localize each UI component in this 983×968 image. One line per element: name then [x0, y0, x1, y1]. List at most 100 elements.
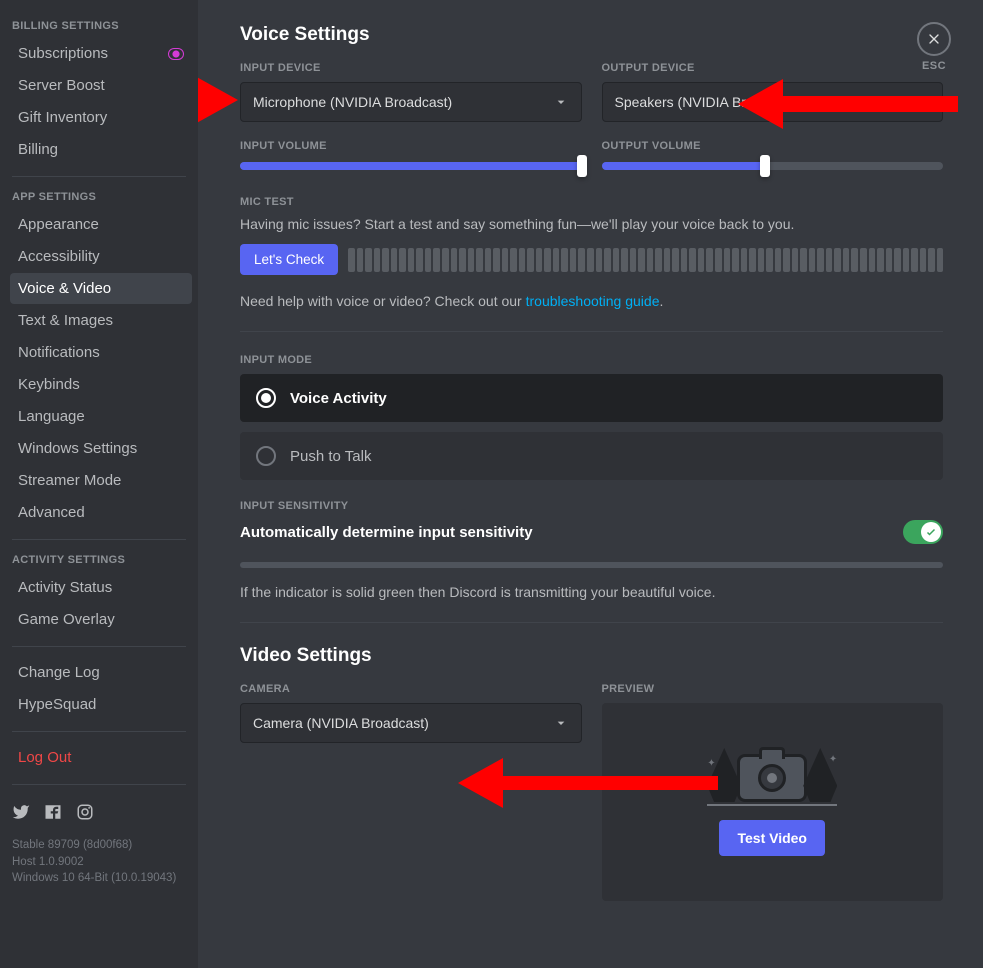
output-device-select[interactable]: Speakers (NVIDIA Broadcast): [602, 82, 944, 122]
sidebar-item-label: Keybinds: [18, 376, 80, 393]
divider: [240, 622, 943, 623]
output-volume-slider[interactable]: [602, 162, 944, 170]
instagram-icon[interactable]: [76, 803, 94, 825]
close-icon: [917, 22, 951, 56]
sidebar-item-label: Billing: [18, 141, 58, 158]
radio-icon: [256, 446, 276, 466]
sidebar-item-notifications[interactable]: Notifications: [10, 337, 192, 368]
camera-select[interactable]: Camera (NVIDIA Broadcast): [240, 703, 582, 743]
sidebar-item-language[interactable]: Language: [10, 401, 192, 432]
sensitivity-bar: [240, 562, 943, 568]
troubleshooting-link[interactable]: troubleshooting guide: [526, 293, 660, 309]
sidebar-item-gift-inventory[interactable]: Gift Inventory: [10, 102, 192, 133]
sidebar-item-label: Change Log: [18, 664, 100, 681]
divider: [240, 331, 943, 332]
sidebar-item-label: HypeSquad: [18, 696, 96, 713]
close-esc-label: ESC: [917, 60, 951, 72]
sidebar-item-label: Server Boost: [18, 77, 105, 94]
radio-icon: [256, 388, 276, 408]
camera-illustration: ✦ ✦: [707, 748, 837, 802]
input-device-select[interactable]: Microphone (NVIDIA Broadcast): [240, 82, 582, 122]
sidebar-item-voice-video[interactable]: Voice & Video: [10, 273, 192, 304]
page-title: Voice Settings: [240, 24, 943, 46]
sidebar-item-label: Windows Settings: [18, 440, 137, 457]
input-mode-push-to-talk[interactable]: Push to Talk: [240, 432, 943, 480]
close-button[interactable]: ESC: [917, 22, 951, 72]
camera-label: CAMERA: [240, 683, 582, 695]
sidebar-item-label: Language: [18, 408, 85, 425]
divider: [12, 731, 186, 732]
slider-thumb[interactable]: [577, 155, 587, 177]
slider-thumb[interactable]: [760, 155, 770, 177]
sidebar-item-appearance[interactable]: Appearance: [10, 209, 192, 240]
mic-test-label: MIC TEST: [240, 196, 943, 208]
input-device-value: Microphone (NVIDIA Broadcast): [253, 94, 452, 110]
sidebar-item-label: Log Out: [18, 749, 71, 766]
sidebar-item-label: Notifications: [18, 344, 100, 361]
sidebar-item-label: Subscriptions: [18, 45, 108, 62]
chevron-down-icon: [553, 94, 569, 110]
sidebar-item-change-log[interactable]: Change Log: [10, 657, 192, 688]
build-line: Host 1.0.9002: [12, 854, 190, 871]
radio-label: Voice Activity: [290, 390, 387, 407]
sidebar-item-billing[interactable]: Billing: [10, 134, 192, 165]
sidebar-item-advanced[interactable]: Advanced: [10, 497, 192, 528]
sidebar-header-billing: BILLING SETTINGS: [10, 16, 192, 38]
lets-check-button[interactable]: Let's Check: [240, 244, 338, 275]
sidebar-item-label: Gift Inventory: [18, 109, 107, 126]
annotation-arrow: [198, 60, 238, 140]
sidebar-item-label: Appearance: [18, 216, 99, 233]
sidebar-header-app: APP SETTINGS: [10, 187, 192, 209]
auto-sensitivity-label: Automatically determine input sensitivit…: [240, 524, 533, 541]
input-device-label: INPUT DEVICE: [240, 62, 582, 74]
sidebar-item-hypesquad[interactable]: HypeSquad: [10, 689, 192, 720]
sidebar-item-label: Voice & Video: [18, 280, 111, 297]
output-device-value: Speakers (NVIDIA Broadcast): [615, 94, 800, 110]
sidebar-item-label: Text & Images: [18, 312, 113, 329]
divider: [12, 176, 186, 177]
sidebar-item-streamer-mode[interactable]: Streamer Mode: [10, 465, 192, 496]
social-links: [10, 795, 192, 833]
check-icon: [925, 526, 937, 538]
camera-value: Camera (NVIDIA Broadcast): [253, 715, 429, 731]
sidebar-item-subscriptions[interactable]: Subscriptions: [10, 38, 192, 69]
sidebar-item-label: Game Overlay: [18, 611, 115, 628]
sidebar-item-keybinds[interactable]: Keybinds: [10, 369, 192, 400]
sidebar-item-activity-status[interactable]: Activity Status: [10, 572, 192, 603]
divider: [12, 646, 186, 647]
mic-level-meter: [348, 248, 943, 272]
nitro-badge-icon: [168, 48, 184, 60]
sidebar-item-accessibility[interactable]: Accessibility: [10, 241, 192, 272]
help-text: Need help with voice or video? Check out…: [240, 293, 526, 309]
twitter-icon[interactable]: [12, 803, 30, 825]
output-volume-label: OUTPUT VOLUME: [602, 140, 944, 152]
output-device-label: OUTPUT DEVICE: [602, 62, 944, 74]
radio-label: Push to Talk: [290, 448, 371, 465]
input-mode-voice-activity[interactable]: Voice Activity: [240, 374, 943, 422]
video-settings-title: Video Settings: [240, 645, 943, 667]
video-preview: ✦ ✦ Test Video: [602, 703, 944, 901]
sidebar-header-activity: ACTIVITY SETTINGS: [10, 550, 192, 572]
divider: [12, 539, 186, 540]
settings-content: ESC Voice Settings INPUT DEVICE Micropho…: [198, 0, 983, 968]
sidebar-item-text-images[interactable]: Text & Images: [10, 305, 192, 336]
sidebar-item-label: Activity Status: [18, 579, 112, 596]
auto-sensitivity-toggle[interactable]: [903, 520, 943, 544]
help-text: .: [660, 293, 664, 309]
sidebar-item-label: Accessibility: [18, 248, 100, 265]
build-line: Stable 89709 (8d00f68): [12, 837, 190, 854]
input-volume-slider[interactable]: [240, 162, 582, 170]
sidebar-item-label: Advanced: [18, 504, 85, 521]
facebook-icon[interactable]: [44, 803, 62, 825]
input-volume-label: INPUT VOLUME: [240, 140, 582, 152]
test-video-button[interactable]: Test Video: [719, 820, 825, 856]
chevron-down-icon: [553, 715, 569, 731]
sidebar-item-logout[interactable]: Log Out: [10, 742, 192, 773]
sidebar-item-server-boost[interactable]: Server Boost: [10, 70, 192, 101]
sidebar-item-windows-settings[interactable]: Windows Settings: [10, 433, 192, 464]
sidebar-item-game-overlay[interactable]: Game Overlay: [10, 604, 192, 635]
settings-sidebar: BILLING SETTINGS Subscriptions Server Bo…: [0, 0, 198, 968]
sidebar-item-label: Streamer Mode: [18, 472, 121, 489]
build-line: Windows 10 64-Bit (10.0.19043): [12, 870, 190, 887]
build-info: Stable 89709 (8d00f68) Host 1.0.9002 Win…: [10, 833, 192, 891]
